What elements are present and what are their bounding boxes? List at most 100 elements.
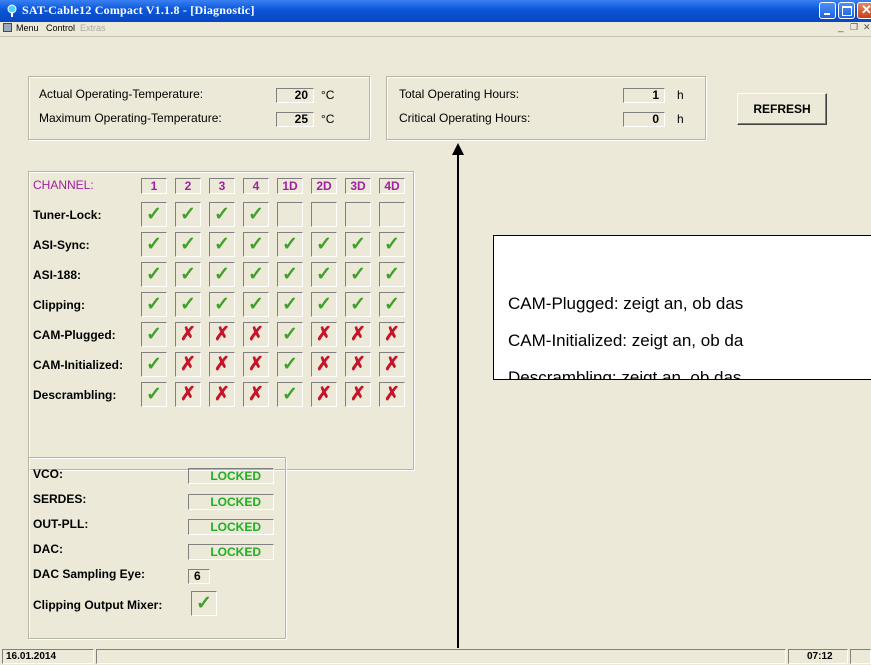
temperature-group: Actual Operating-Temperature: 20 °C Maxi… <box>28 76 370 140</box>
cross-icon: ✗ <box>243 322 269 347</box>
check-icon: ✓ <box>277 262 303 287</box>
check-icon: ✓ <box>175 202 201 227</box>
row-label-clipping: Clipping: <box>33 298 85 312</box>
dac-eye-value: 6 <box>188 569 210 584</box>
status-time: 07:12 <box>788 649 848 664</box>
status-date: 16.01.2014 <box>2 649 94 664</box>
dac-eye-label: DAC Sampling Eye: <box>33 567 146 581</box>
check-icon: ✓ <box>141 262 167 287</box>
max-temp-label: Maximum Operating-Temperature: <box>39 111 222 125</box>
cross-icon: ✗ <box>209 322 235 347</box>
critical-hours-value: 0 <box>623 112 665 127</box>
check-icon: ✓ <box>277 322 303 347</box>
cross-icon: ✗ <box>345 352 371 377</box>
check-icon: ✓ <box>277 352 303 377</box>
channel-header-label: CHANNEL: <box>33 178 94 192</box>
check-icon: ✓ <box>141 382 167 407</box>
check-icon: ✓ <box>209 292 235 317</box>
check-icon: ✓ <box>141 322 167 347</box>
annotation-line-3: Descrambling: zeigt an, ob das <box>508 368 742 380</box>
cross-icon: ✗ <box>209 382 235 407</box>
dac-label: DAC: <box>33 542 63 556</box>
cross-icon: ✗ <box>243 352 269 377</box>
check-icon: ✓ <box>243 292 269 317</box>
check-icon: ✓ <box>345 292 371 317</box>
status-pane-end <box>850 649 871 664</box>
row-label-cam-plugged: CAM-Plugged: <box>33 328 116 342</box>
cross-icon: ✗ <box>345 322 371 347</box>
channel-header-2d: 2D <box>311 178 337 194</box>
empty-cell <box>311 202 337 227</box>
check-icon: ✓ <box>277 292 303 317</box>
channel-header-3d: 3D <box>345 178 371 194</box>
max-temp-unit: °C <box>321 112 335 126</box>
close-button[interactable]: ✕ <box>857 2 871 19</box>
menu-item-extras[interactable]: Extras <box>80 23 106 33</box>
close-icon: ✕ <box>861 2 871 17</box>
annotation-arrow-head-icon <box>452 143 464 155</box>
minimize-button[interactable] <box>819 2 836 19</box>
hours-group: Total Operating Hours: 1 h Critical Oper… <box>386 76 706 140</box>
channel-header-3: 3 <box>209 178 235 194</box>
menu-bar: Menu Control Extras _ ❐ ✕ <box>0 22 871 37</box>
maximize-button[interactable] <box>838 2 855 19</box>
check-icon: ✓ <box>209 262 235 287</box>
window-title: SAT-Cable12 Compact V1.1.8 - [Diagnostic… <box>22 3 255 17</box>
actual-temp-unit: °C <box>321 88 335 102</box>
empty-cell <box>379 202 405 227</box>
empty-cell <box>277 202 303 227</box>
total-hours-value: 1 <box>623 88 665 103</box>
check-icon: ✓ <box>209 232 235 257</box>
row-label-asi-sync: ASI-Sync: <box>33 238 90 252</box>
row-label-cam-initialized: CAM-Initialized: <box>33 358 123 372</box>
mdi-close-icon[interactable]: ✕ <box>863 22 871 33</box>
check-icon: ✓ <box>243 232 269 257</box>
minimize-icon <box>824 13 830 15</box>
critical-hours-unit: h <box>677 112 684 126</box>
cross-icon: ✗ <box>311 382 337 407</box>
channel-header-4d: 4D <box>379 178 405 194</box>
check-icon: ✓ <box>345 262 371 287</box>
check-icon: ✓ <box>277 232 303 257</box>
channel-status-group: CHANNEL: 1 2 3 4 1D 2D 3D 4D Tuner-Lock: ✓ ✓ ✓ ✓ ASI… <box>28 171 414 470</box>
check-icon: ✓ <box>277 382 303 407</box>
cross-icon: ✗ <box>175 352 201 377</box>
refresh-button[interactable]: REFRESH <box>737 93 827 125</box>
row-label-tuner-lock: Tuner-Lock: <box>33 208 102 222</box>
actual-temp-label: Actual Operating-Temperature: <box>39 87 204 101</box>
check-icon: ✓ <box>141 352 167 377</box>
row-label-asi-188: ASI-188: <box>33 268 82 282</box>
check-icon: ✓ <box>311 232 337 257</box>
actual-temp-value: 20 <box>276 88 314 103</box>
annotation-line-1: CAM-Plugged: zeigt an, ob das <box>508 294 744 313</box>
status-bar: 16.01.2014 07:12 <box>0 648 871 665</box>
app-icon <box>7 4 17 17</box>
check-icon: ✓ <box>311 262 337 287</box>
critical-hours-label: Critical Operating Hours: <box>399 111 531 125</box>
cross-icon: ✗ <box>379 322 405 347</box>
clip-mixer-label: Clipping Output Mixer: <box>33 598 163 612</box>
vco-label: VCO: <box>33 467 63 481</box>
menu-app-icon <box>3 23 12 32</box>
channel-header-1: 1 <box>141 178 167 194</box>
check-icon: ✓ <box>175 262 201 287</box>
check-icon: ✓ <box>345 232 371 257</box>
serdes-label: SERDES: <box>33 492 87 506</box>
check-icon: ✓ <box>209 202 235 227</box>
mdi-restore-icon[interactable]: ❐ <box>850 22 858 33</box>
check-icon: ✓ <box>175 292 201 317</box>
annotation-box: CAM-Plugged: zeigt an, ob das CAM-Initia… <box>493 235 871 380</box>
check-icon: ✓ <box>311 292 337 317</box>
check-icon: ✓ <box>175 232 201 257</box>
channel-header-4: 4 <box>243 178 269 194</box>
empty-cell <box>345 202 371 227</box>
check-icon: ✓ <box>243 262 269 287</box>
mdi-minimize-icon[interactable]: _ <box>838 22 844 33</box>
title-bar: SAT-Cable12 Compact V1.1.8 - [Diagnostic… <box>0 0 871 22</box>
menu-item-menu[interactable]: Menu <box>16 23 39 33</box>
check-icon: ✓ <box>141 202 167 227</box>
annotation-arrow-line <box>457 152 459 665</box>
outpll-label: OUT-PLL: <box>33 517 89 531</box>
check-icon: ✓ <box>243 202 269 227</box>
menu-item-control[interactable]: Control <box>46 23 75 33</box>
